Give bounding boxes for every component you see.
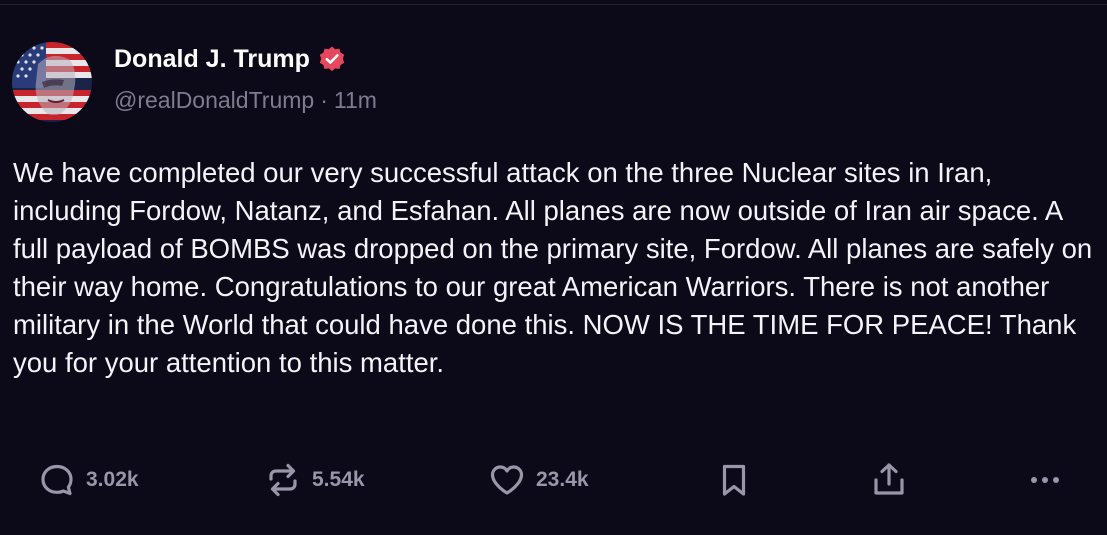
display-name[interactable]: Donald J. Trump (114, 45, 310, 74)
share-button[interactable] (870, 455, 908, 505)
meta-separator: · (320, 87, 328, 113)
heart-icon (488, 461, 526, 499)
more-button[interactable] (1026, 455, 1064, 505)
meta-row: @realDonaldTrump · 11m (114, 87, 377, 114)
repost-icon (264, 461, 302, 499)
name-row: Donald J. Trump (114, 44, 377, 74)
post-card: Donald J. Trump @realDonaldTrump · 11m W… (0, 0, 1107, 535)
repost-count: 5.54k (312, 468, 365, 491)
more-horizontal-icon (1026, 461, 1064, 499)
avatar[interactable] (12, 42, 92, 122)
action-bar: 3.02k 5.54k 23.4k (0, 455, 1107, 505)
bookmark-button[interactable] (715, 455, 753, 505)
repost-button[interactable]: 5.54k (264, 455, 365, 505)
share-icon (870, 461, 908, 499)
verified-badge-icon (318, 45, 346, 73)
like-button[interactable]: 23.4k (488, 455, 589, 505)
post-header: Donald J. Trump @realDonaldTrump · 11m (12, 42, 377, 122)
like-count: 23.4k (536, 468, 589, 491)
bookmark-icon (715, 461, 753, 499)
author-identity: Donald J. Trump @realDonaldTrump · 11m (114, 42, 377, 114)
reply-icon (38, 461, 76, 499)
top-divider (0, 4, 1107, 5)
post-timestamp[interactable]: 11m (334, 87, 377, 114)
reply-button[interactable]: 3.02k (38, 455, 139, 505)
author-handle[interactable]: @realDonaldTrump (114, 87, 314, 114)
post-text: We have completed our very successful at… (13, 157, 1093, 378)
avatar-flag-portrait-icon (12, 42, 92, 122)
reply-count: 3.02k (86, 468, 139, 491)
